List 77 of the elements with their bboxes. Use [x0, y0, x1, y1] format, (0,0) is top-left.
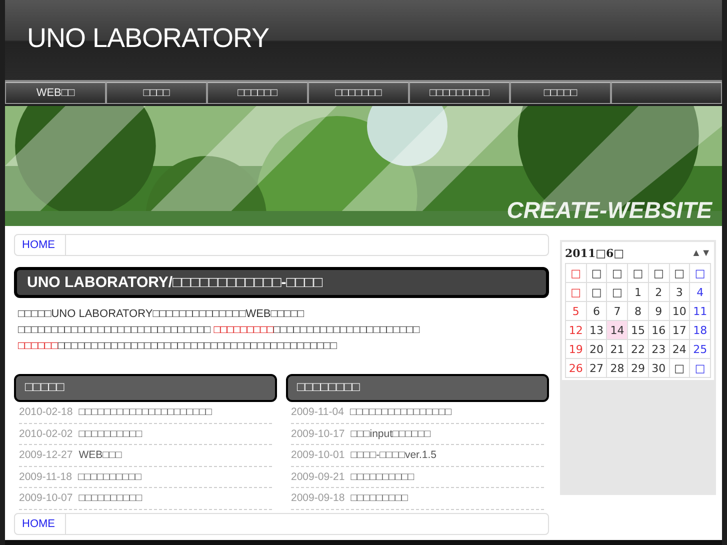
day-cell[interactable]: 14: [606, 320, 628, 340]
day-cell[interactable]: 4: [690, 282, 710, 302]
day-cell[interactable]: 18: [690, 320, 710, 340]
day-cell[interactable]: 11: [690, 302, 710, 320]
day-cell[interactable]: 30: [648, 358, 670, 378]
news-link[interactable]: □□□□□□□□□□□□□□□□□□□□□: [78, 406, 212, 418]
intro-text: □□□□□□□□□□□□□□□□□□□□□□□□□□□□□ □□□□□□□□□□□□□□□□□□□□□□□□□□□□□□□ □□□□□□□□□□□□□□□□□□□□□□□□□□□□□□□□□□□□□□□□□□□□□□□□: [18, 323, 421, 354]
nav-tab[interactable]: □□□□□□□□□: [409, 82, 510, 104]
news-date: 2009-10-07: [19, 492, 73, 504]
day-cell[interactable]: 28: [606, 358, 628, 378]
day-cell[interactable]: 3: [669, 282, 690, 302]
news-date: 2010-02-02: [19, 428, 73, 440]
news-link[interactable]: □□□□□□□□□□: [350, 470, 414, 483]
section-heading: □□□□□: [14, 374, 277, 402]
day-cell[interactable]: 20: [586, 340, 607, 358]
day-cell[interactable]: 9: [648, 302, 670, 320]
weekday-cell: □: [628, 264, 648, 282]
day-cell[interactable]: 8: [628, 302, 648, 320]
weekday-cell: □: [586, 264, 607, 282]
day-cell[interactable]: 19: [566, 340, 586, 358]
day-cell[interactable]: □: [606, 282, 628, 302]
intro-text: □□□□□UNO LABORATORY□□□□□□□□□□□□□□WEB□□□□□: [18, 307, 305, 322]
weekday-cell: □: [669, 264, 690, 282]
banner-caption: CREATE-WEBSITE: [506, 197, 712, 224]
day-cell[interactable]: □: [669, 358, 690, 378]
nav-tab[interactable]: □□□□□□: [207, 82, 308, 104]
page-heading: UNO LABORATORY/□□□□□□□□□□□□-□□□□: [14, 267, 549, 298]
nav-tab[interactable]: □□□□□□□: [308, 82, 409, 104]
nav-tab[interactable]: WEB□□: [5, 82, 106, 104]
day-cell[interactable]: 5: [566, 302, 586, 320]
day-cell[interactable]: 22: [628, 340, 648, 358]
news-link[interactable]: WEB□□□: [78, 449, 122, 462]
day-cell[interactable]: □: [586, 282, 607, 302]
news-date: 2009-10-17: [291, 428, 345, 440]
month-nav-arrows[interactable]: ▲▼: [691, 248, 711, 259]
news-date: 2010-02-18: [19, 406, 73, 418]
day-cell[interactable]: 29: [628, 358, 648, 378]
day-cell[interactable]: 1: [628, 282, 648, 302]
news-date: 2009-11-18: [19, 470, 72, 483]
news-link[interactable]: □□□□□□□□□: [350, 492, 408, 504]
day-cell[interactable]: 25: [690, 340, 710, 358]
calendar-month: 2011□6□: [565, 247, 624, 260]
nav-tab[interactable]: □□□□□: [510, 82, 611, 104]
news-link[interactable]: □□□□□□□□□□: [78, 470, 142, 483]
day-cell[interactable]: 21: [606, 340, 628, 358]
day-cell[interactable]: □: [690, 358, 710, 378]
day-cell[interactable]: 15: [628, 320, 648, 340]
news-date: 2009-09-21: [291, 470, 345, 483]
day-cell[interactable]: 6: [586, 302, 607, 320]
day-cell[interactable]: 2: [648, 282, 670, 302]
day-cell[interactable]: 26: [566, 358, 586, 378]
weekday-cell: □: [690, 264, 710, 282]
day-cell[interactable]: 24: [669, 340, 690, 358]
news-link[interactable]: □□□□□□□□□□: [78, 428, 142, 440]
news-link[interactable]: □□□□□□□□□□□□□□□□: [350, 406, 452, 418]
site-logo[interactable]: UNO LABORATORY: [27, 22, 270, 54]
day-cell[interactable]: 27: [586, 358, 607, 378]
day-cell[interactable]: 23: [648, 340, 670, 358]
weekday-cell: □: [606, 264, 628, 282]
news-date: 2009-12-27: [19, 449, 73, 462]
news-date: 2009-09-18: [291, 492, 345, 504]
news-date: 2009-11-04: [291, 406, 344, 418]
day-cell[interactable]: 10: [669, 302, 690, 320]
nav-tab[interactable]: □□□□: [106, 82, 207, 104]
day-cell[interactable]: 17: [669, 320, 690, 340]
news-link[interactable]: □□□input□□□□□□: [350, 428, 431, 440]
weekday-cell: □: [566, 264, 586, 282]
day-cell[interactable]: □: [566, 282, 586, 302]
weekday-cell: □: [648, 264, 670, 282]
day-cell[interactable]: 16: [648, 320, 670, 340]
news-link[interactable]: □□□□-□□□□ver.1.5: [350, 449, 436, 462]
home-link[interactable]: HOME: [15, 514, 66, 534]
news-date: 2009-10-01: [291, 449, 345, 462]
section-heading: □□□□□□□□: [286, 374, 549, 402]
home-link[interactable]: HOME: [15, 235, 66, 255]
news-link[interactable]: □□□□□□□□□□: [78, 492, 142, 504]
day-cell[interactable]: 12: [566, 320, 586, 340]
